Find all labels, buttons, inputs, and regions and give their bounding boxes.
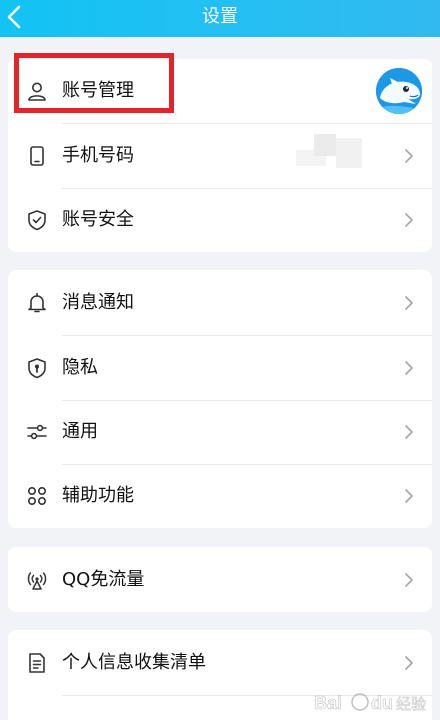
grid-icon <box>27 486 47 506</box>
settings-item-privacy[interactable]: 隐私 <box>8 336 432 400</box>
chevron-right-icon <box>405 425 413 439</box>
settings-item-label: 账号安全 <box>62 209 134 230</box>
settings-item-personal-info-list[interactable]: 个人信息收集清单 <box>8 631 432 695</box>
settings-item-label: 消息通知 <box>62 292 134 313</box>
general-settings-card: 消息通知 隐私 通用 辅助功能 <box>8 270 432 528</box>
chevron-right-icon <box>405 573 413 587</box>
redacted-phone-number <box>296 134 362 174</box>
shield-check-icon <box>28 210 46 231</box>
chevron-right-icon <box>405 213 413 227</box>
avatar[interactable] <box>376 68 422 114</box>
svg-text:du: du <box>371 693 393 713</box>
chevron-right-icon <box>405 296 413 310</box>
chevron-right-icon <box>405 149 413 163</box>
settings-item-label: 辅助功能 <box>62 485 134 506</box>
signal-icon <box>27 572 47 590</box>
settings-item-label: 通用 <box>62 421 98 442</box>
settings-item-general[interactable]: 通用 <box>8 400 432 464</box>
settings-item-label: 隐私 <box>62 357 98 378</box>
dolphin-avatar-image <box>376 68 422 114</box>
baidu-watermark-logo: Bai du 经验 <box>314 693 426 714</box>
chevron-right-icon <box>405 361 413 375</box>
page-title: 设置 <box>202 6 238 27</box>
svg-text:Bai: Bai <box>314 693 342 713</box>
settings-item-qq-free-data[interactable]: QQ免流量 <box>8 548 432 612</box>
data-settings-card: QQ免流量 <box>8 547 432 612</box>
svg-text:经验: 经验 <box>396 695 426 713</box>
settings-item-label: 手机号码 <box>62 145 134 166</box>
bell-icon <box>28 292 46 313</box>
document-icon <box>29 653 45 673</box>
settings-item-account-security[interactable]: 账号安全 <box>8 188 432 252</box>
settings-item-label: 个人信息收集清单 <box>62 652 206 673</box>
chevron-right-icon <box>405 656 413 670</box>
settings-item-label: QQ免流量 <box>62 569 145 590</box>
sliders-icon <box>27 424 47 440</box>
settings-item-accessibility[interactable]: 辅助功能 <box>8 464 432 528</box>
settings-item-notifications[interactable]: 消息通知 <box>8 271 432 335</box>
phone-icon <box>30 146 44 166</box>
highlight-box <box>14 53 174 113</box>
settings-item-phone-number[interactable]: 手机号码 <box>8 124 432 188</box>
privacy-shield-icon <box>28 358 46 379</box>
chevron-right-icon <box>405 489 413 503</box>
title-bar: 设置 <box>0 0 440 37</box>
